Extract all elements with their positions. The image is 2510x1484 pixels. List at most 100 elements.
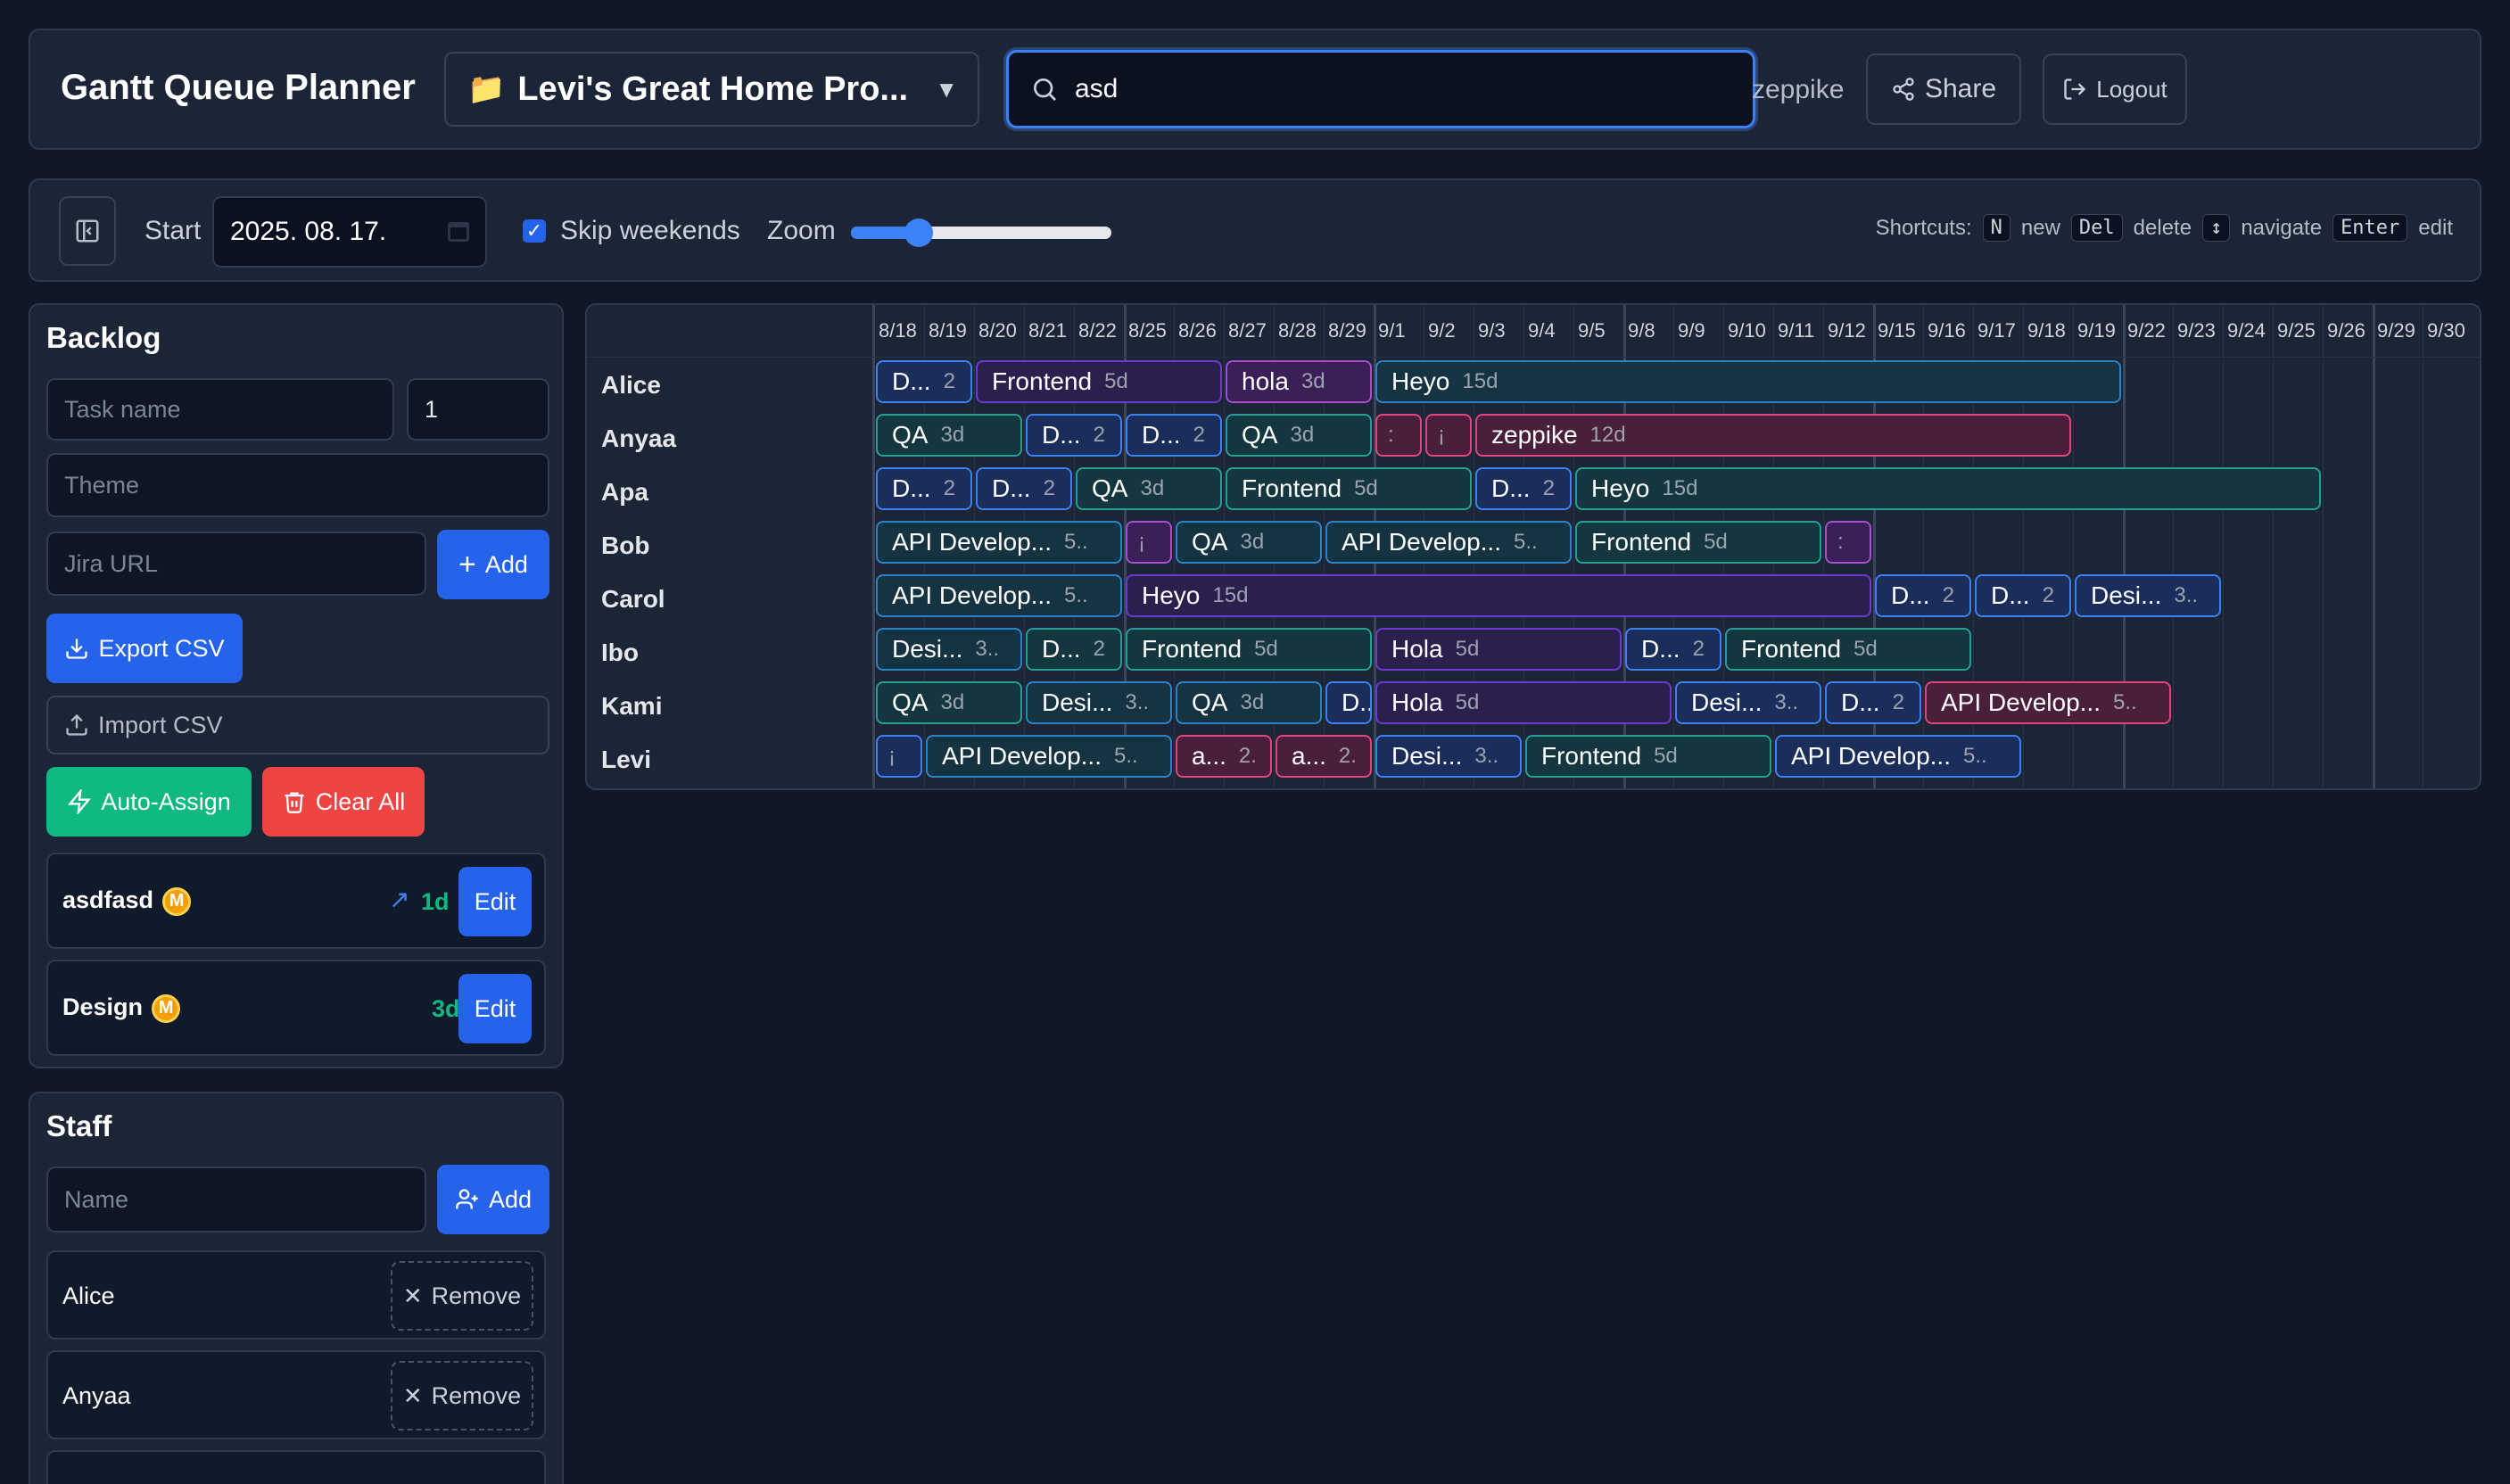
gantt-task-bar[interactable]: : (1825, 521, 1871, 564)
share-button[interactable]: Share (1866, 54, 2021, 125)
gantt-task-bar[interactable]: QA 3d (1176, 521, 1322, 564)
gantt-date-label: 9/11 (1778, 319, 1815, 342)
gantt-task-bar[interactable]: a... 2. (1276, 735, 1372, 778)
gantt-task-bar[interactable]: D...2 (976, 467, 1072, 510)
search-input[interactable]: asd (1075, 74, 1118, 104)
gantt-task-label: QA (1092, 474, 1128, 502)
gantt-task-bar[interactable]: API Develop... 5.. (1775, 735, 2021, 778)
gantt-task-bar[interactable]: Desi... 3.. (1375, 735, 1522, 778)
logout-button[interactable]: Logout (2043, 54, 2187, 125)
gantt-task-label: a... (1292, 742, 1326, 770)
gantt-task-bar[interactable]: D...2 (1026, 628, 1122, 671)
gantt-task-bar[interactable]: API Develop... 5.. (1325, 521, 1572, 564)
gantt-task-bar[interactable]: Hola 5d (1375, 681, 1672, 724)
remove-staff-button[interactable]: ✕ Remove (391, 1261, 533, 1331)
gantt-task-label: QA (1192, 688, 1228, 716)
import-csv-button[interactable]: Import CSV (46, 696, 549, 754)
gantt-date-label: 9/22 (2127, 319, 2166, 342)
gantt-task-bar[interactable]: Frontend 5d (1226, 467, 1472, 510)
gantt-task-label: Frontend (1242, 474, 1342, 502)
gantt-task-label: Frontend (1541, 742, 1642, 770)
gantt-task-bar[interactable]: QA 3d (1076, 467, 1222, 510)
gantt-task-bar[interactable]: API Develop... 5.. (1925, 681, 2171, 724)
gantt-task-bar[interactable]: QA 3d (876, 414, 1022, 457)
task-duration-input[interactable]: 1 (407, 378, 549, 441)
skip-weekends-checkbox[interactable]: ✓ (523, 219, 546, 243)
gantt-task-bar[interactable]: ¡ (876, 735, 922, 778)
project-selector[interactable]: 📁 Levi's Great Home Pro... ▼ (444, 52, 979, 127)
auto-assign-button[interactable]: Auto-Assign (46, 767, 252, 837)
gantt-task-duration: 2 (1942, 583, 1954, 607)
gantt-task-bar[interactable]: D...2 (1126, 414, 1222, 457)
edit-button[interactable]: Edit (458, 974, 532, 1043)
task-name-input[interactable]: Task name (46, 378, 394, 441)
gantt-task-bar[interactable]: API Develop... 5.. (876, 521, 1122, 564)
gantt-task-bar[interactable]: D...2 (1875, 574, 1971, 617)
gantt-date-label: 9/19 (2077, 319, 2116, 342)
gantt-task-label: D... (1342, 688, 1370, 716)
gantt-task-duration: 5.. (1113, 744, 1138, 768)
gantt-task-bar[interactable]: D...2 (1325, 681, 1372, 724)
gantt-task-bar[interactable]: a... 2. (1176, 735, 1272, 778)
remove-staff-button[interactable]: ✕ Remove (391, 1361, 533, 1430)
gantt-task-bar[interactable]: Hola 5d (1375, 628, 1622, 671)
theme-input[interactable]: Theme (46, 453, 549, 517)
gantt-task-bar[interactable]: QA 3d (1176, 681, 1322, 724)
gantt-task-bar[interactable]: API Develop... 5.. (876, 574, 1122, 617)
gantt-row-label: Bob (601, 532, 650, 559)
gantt-task-duration: 12d (1589, 423, 1626, 447)
gantt-task-bar[interactable]: Frontend 5d (1525, 735, 1771, 778)
jira-url-input[interactable]: Jira URL (46, 532, 426, 596)
gantt-task-bar[interactable]: Desi... 3.. (1675, 681, 1821, 724)
gantt-task-bar[interactable]: : (1375, 414, 1422, 457)
gantt-task-bar[interactable]: D...2 (1475, 467, 1572, 510)
gantt-task-bar[interactable]: D...2 (1625, 628, 1721, 671)
gantt-task-bar[interactable]: Desi... 3.. (2075, 574, 2221, 617)
gantt-task-bar[interactable]: Desi... 3.. (876, 628, 1022, 671)
search-box[interactable]: asd (1006, 50, 1755, 128)
gantt-task-bar[interactable]: D...2 (876, 360, 972, 403)
gantt-task-bar[interactable]: Heyo 15d (1126, 574, 1871, 617)
gantt-task-bar[interactable]: zeppike 12d (1475, 414, 2071, 457)
gantt-task-bar[interactable]: Frontend 5d (1725, 628, 1971, 671)
gantt-date-label: 9/4 (1528, 319, 1556, 342)
edit-button[interactable]: Edit (458, 867, 532, 936)
gantt-task-bar[interactable]: QA 3d (1226, 414, 1372, 457)
gantt-task-bar[interactable]: Frontend 5d (1126, 628, 1372, 671)
gantt-task-duration: 3.. (975, 637, 1000, 661)
zoom-slider-thumb[interactable] (904, 218, 933, 247)
gantt-task-bar[interactable]: ¡ (1425, 414, 1472, 457)
gantt-task-duration: ¡ (888, 744, 896, 768)
shortcut-desc: edit (2418, 215, 2453, 240)
gantt-task-bar[interactable]: API Develop... 5.. (926, 735, 1172, 778)
gantt-task-bar[interactable]: Heyo 15d (1375, 360, 2121, 403)
gantt-task-bar[interactable]: QA 3d (876, 681, 1022, 724)
gantt-task-bar[interactable]: Frontend 5d (1575, 521, 1821, 564)
add-staff-button[interactable]: Add (437, 1165, 549, 1234)
gantt-task-bar[interactable]: Frontend 5d (976, 360, 1222, 403)
staff-name-input[interactable]: Name (46, 1167, 426, 1233)
gantt-task-bar[interactable]: Desi... 3.. (1026, 681, 1172, 724)
shortcuts-hint: Shortcuts: Nnew Del delete ↕ navigate Enter ed… (1876, 214, 2453, 242)
gantt-task-bar[interactable]: D...2 (876, 467, 972, 510)
add-task-label: Add (484, 550, 528, 578)
gantt-date-label: 9/24 (2227, 319, 2266, 342)
backlog-item[interactable]: Design M 3d Edit (46, 960, 546, 1056)
gantt-task-bar[interactable]: D...2 (1026, 414, 1122, 457)
gantt-task-bar[interactable]: D...2 (1975, 574, 2071, 617)
gantt-task-label: D... (1641, 635, 1680, 663)
add-task-button[interactable]: + Add (437, 530, 549, 599)
gantt-task-bar[interactable]: D...2 (1825, 681, 1921, 724)
gantt-task-bar[interactable]: Heyo 15d (1575, 467, 2321, 510)
gantt-task-bar[interactable]: ¡ (1126, 521, 1172, 564)
sidebar-toggle-button[interactable] (59, 196, 116, 266)
zoom-slider[interactable] (851, 218, 1111, 247)
gantt-task-bar[interactable]: hola 3d (1226, 360, 1372, 403)
gantt-task-duration: 15d (1662, 476, 1698, 500)
gantt-date-label: 8/26 (1178, 319, 1217, 342)
clear-all-button[interactable]: Clear All (262, 767, 425, 837)
close-icon: ✕ (402, 1381, 423, 1409)
export-csv-button[interactable]: Export CSV (46, 614, 243, 683)
start-date-input[interactable]: 2025. 08. 17. (212, 196, 487, 268)
backlog-item[interactable]: asdfasd M ↗ 1d Edit (46, 853, 546, 949)
